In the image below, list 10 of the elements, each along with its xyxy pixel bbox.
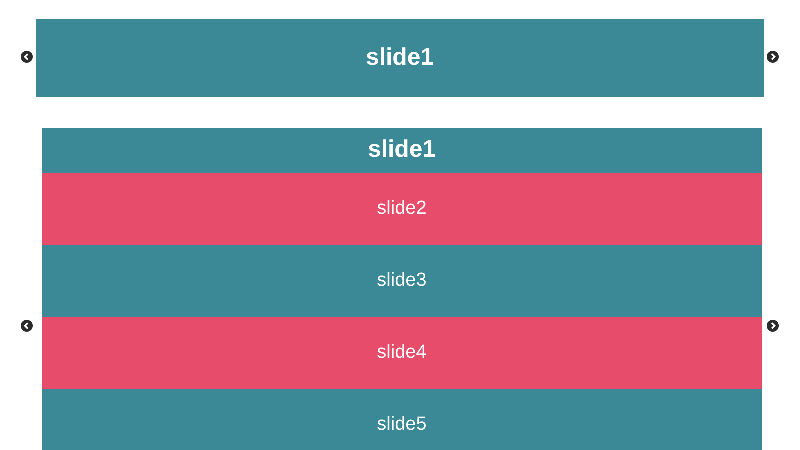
chevron-right-icon[interactable] xyxy=(767,320,779,332)
chevron-right-icon[interactable] xyxy=(767,51,779,63)
chevron-left-icon[interactable] xyxy=(21,51,33,63)
slide-label: slide1 xyxy=(366,44,434,72)
slide-label: slide1 xyxy=(368,137,436,164)
slide-label: slide3 xyxy=(377,270,427,292)
chevron-left-icon[interactable] xyxy=(21,320,33,332)
slide-label: slide4 xyxy=(377,342,427,364)
slide-label: slide5 xyxy=(377,414,427,436)
slide-label: slide2 xyxy=(377,198,427,220)
